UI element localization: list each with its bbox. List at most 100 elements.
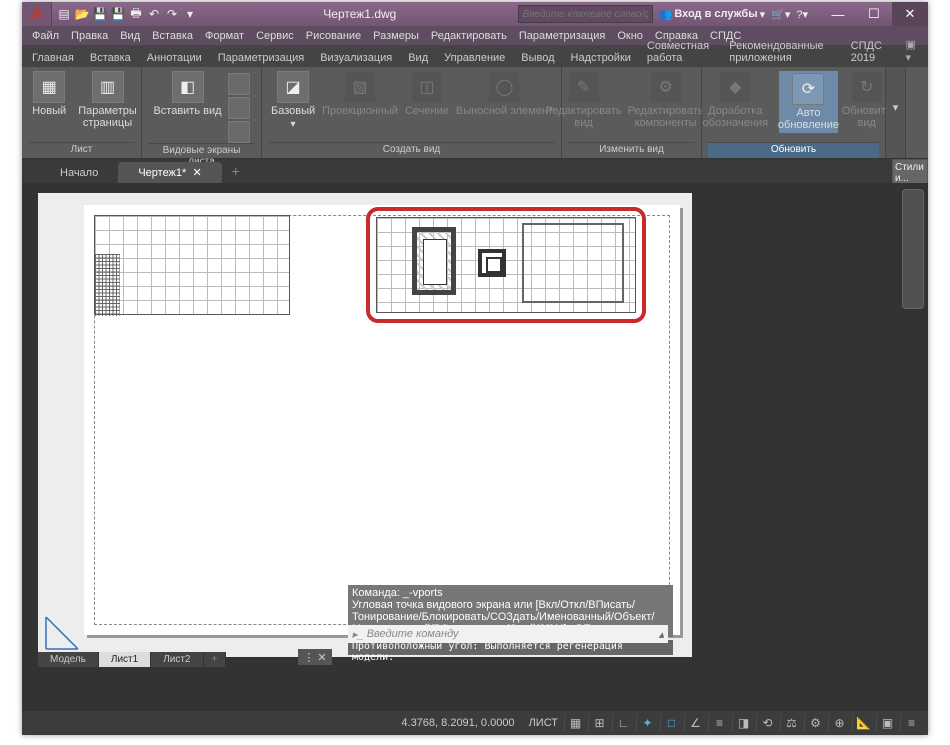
cmdline-handle[interactable]: ⋮ ✕: [298, 649, 332, 665]
tab-layout2[interactable]: Лист2: [151, 652, 203, 667]
ribtab-view[interactable]: Вид: [400, 49, 436, 67]
ribtab-manage[interactable]: Управление: [436, 49, 513, 67]
new-icon[interactable]: ▤: [56, 6, 72, 22]
signin-button[interactable]: 👥 Вход в службы ▾: [659, 8, 766, 21]
update-icon: ↻: [851, 71, 883, 103]
projected-icon: ▧: [344, 71, 376, 103]
exchange-icon[interactable]: 🛒▾: [771, 8, 790, 21]
menu-dimension[interactable]: Размеры: [367, 30, 425, 42]
grid-icon[interactable]: ▦: [564, 714, 586, 732]
new-tab-button[interactable]: +: [222, 159, 250, 183]
panel-label-vports[interactable]: Видовые экраны листа: [148, 143, 255, 159]
saveas-icon[interactable]: 💾: [110, 6, 126, 22]
undo-icon[interactable]: ↶: [146, 6, 162, 22]
base-view-button[interactable]: ◪Базовый▾: [270, 71, 316, 130]
lineweight-icon[interactable]: ≡: [708, 714, 730, 732]
new-layout-button[interactable]: ▦Новый: [26, 71, 72, 117]
minimize-button[interactable]: —: [820, 2, 856, 26]
help-icon[interactable]: ?▾: [796, 8, 808, 21]
menu-draw[interactable]: Рисование: [300, 30, 367, 42]
open-icon[interactable]: 📂: [74, 6, 90, 22]
add-layout-button[interactable]: +: [204, 652, 227, 667]
polar-icon[interactable]: ✦: [636, 714, 658, 732]
ribtab-insert[interactable]: Вставка: [82, 49, 139, 67]
workspace-icon[interactable]: ⚙: [804, 714, 826, 732]
panel-label-modify: Изменить вид: [568, 142, 695, 158]
redo-icon[interactable]: ↷: [164, 6, 180, 22]
customize-icon[interactable]: ≡: [900, 714, 922, 732]
units-icon[interactable]: 📐: [852, 714, 874, 732]
ribtab-featured[interactable]: Рекомендованные приложения: [721, 37, 842, 67]
section-icon: ◫: [411, 71, 443, 103]
layout-tabs: Модель Лист1 Лист2 +: [38, 650, 226, 668]
menu-file[interactable]: Файл: [26, 30, 65, 42]
tab-drawing1[interactable]: Чертеж1* ✕: [118, 162, 221, 183]
document-tabs: Начало Чертеж1* ✕ +: [22, 159, 928, 183]
ribtab-addins[interactable]: Надстройки: [563, 49, 639, 67]
annomon-icon[interactable]: ⊕: [828, 714, 850, 732]
drawing-object-2[interactable]: [478, 249, 506, 277]
search-input[interactable]: [518, 5, 653, 23]
paper-space[interactable]: Команда: _-vports Угловая точка видового…: [38, 193, 692, 657]
ribtab-annotate[interactable]: Аннотации: [139, 49, 210, 67]
edit-comp-icon: ⚙: [650, 71, 682, 103]
space-mode[interactable]: ЛИСТ: [523, 717, 564, 729]
insert-view-icon: ◧: [172, 71, 204, 103]
symbol-icon: ◆: [719, 71, 751, 103]
ribbon-collapse-icon[interactable]: ▣ ▾: [897, 35, 926, 67]
tab-start[interactable]: Начало: [40, 163, 118, 183]
vp-lock-icon[interactable]: [228, 121, 250, 143]
tab-model[interactable]: Модель: [38, 652, 99, 667]
menu-insert[interactable]: Вставка: [146, 30, 199, 42]
save-icon[interactable]: 💾: [92, 6, 108, 22]
auto-update-icon: ⟳: [792, 73, 824, 105]
qat-dropdown-icon[interactable]: ▾: [182, 6, 198, 22]
menu-format[interactable]: Формат: [199, 30, 250, 42]
panel-label-layout: Лист: [28, 142, 135, 158]
ribtab-visualize[interactable]: Визуализация: [312, 49, 400, 67]
drawing-object-1[interactable]: [412, 227, 456, 295]
command-line[interactable]: ▸_ Введите команду ▴: [348, 625, 668, 643]
plot-icon[interactable]: 🖶: [128, 6, 144, 22]
snap-icon[interactable]: ⊞: [588, 714, 610, 732]
cycling-icon[interactable]: ⟲: [756, 714, 778, 732]
app-logo[interactable]: A: [22, 2, 52, 26]
otrack-icon[interactable]: ∠: [684, 714, 706, 732]
status-bar: 4.3768, 8.2091, 0.0000 ЛИСТ ▦ ⊞ ∟ ✦ □ ∠ …: [22, 711, 928, 735]
cmd-history-icon[interactable]: ▴: [658, 628, 664, 641]
menu-tools[interactable]: Сервис: [250, 30, 300, 42]
ribtab-spds[interactable]: СПДС 2019: [843, 37, 898, 67]
maximize-button[interactable]: ☐: [856, 2, 892, 26]
vp-clip-icon[interactable]: [228, 97, 250, 119]
tab-layout1[interactable]: Лист1: [99, 652, 151, 667]
osnap-icon[interactable]: □: [660, 714, 682, 732]
ribtab-output[interactable]: Вывод: [513, 49, 562, 67]
auto-update-button[interactable]: ⟳Авто обновление: [779, 71, 837, 133]
ribtab-collab[interactable]: Совместная работа: [639, 37, 721, 67]
close-button[interactable]: ✕: [892, 2, 928, 26]
quick-access-toolbar: ▤ 📂 💾 💾 🖶 ↶ ↷ ▾: [52, 6, 202, 22]
detail-view-button: ◯Выносной элемент: [456, 71, 553, 117]
qprop-icon[interactable]: ▣: [876, 714, 898, 732]
viewport-1[interactable]: [94, 215, 290, 315]
coordinates[interactable]: 4.3768, 8.2091, 0.0000: [401, 717, 514, 729]
ucs-icon[interactable]: [42, 611, 84, 653]
ortho-icon[interactable]: ∟: [612, 714, 634, 732]
insert-view-button[interactable]: ◧Вставить вид: [153, 71, 221, 117]
window-title: Чертеж1.dwg: [202, 7, 518, 21]
ribtab-home[interactable]: Главная: [24, 49, 82, 67]
page-setup-button[interactable]: ▥Параметры страницы: [78, 71, 137, 129]
menu-modify[interactable]: Редактировать: [425, 30, 513, 42]
work-area: Команда: _-vports Угловая точка видового…: [22, 183, 928, 665]
menu-view[interactable]: Вид: [114, 30, 146, 42]
ribtab-parametric[interactable]: Параметризация: [210, 49, 312, 67]
transparency-icon[interactable]: ◨: [732, 714, 754, 732]
detail-icon: ◯: [488, 71, 520, 103]
menu-parametric[interactable]: Параметризация: [513, 30, 611, 42]
viewport-3[interactable]: [522, 223, 624, 303]
navigation-bar[interactable]: [902, 189, 924, 309]
ribbon-expand-icon[interactable]: ▾: [893, 71, 899, 158]
vp-rect-icon[interactable]: [228, 73, 250, 95]
annoscale-icon[interactable]: ⚖: [780, 714, 802, 732]
menu-edit[interactable]: Правка: [65, 30, 114, 42]
